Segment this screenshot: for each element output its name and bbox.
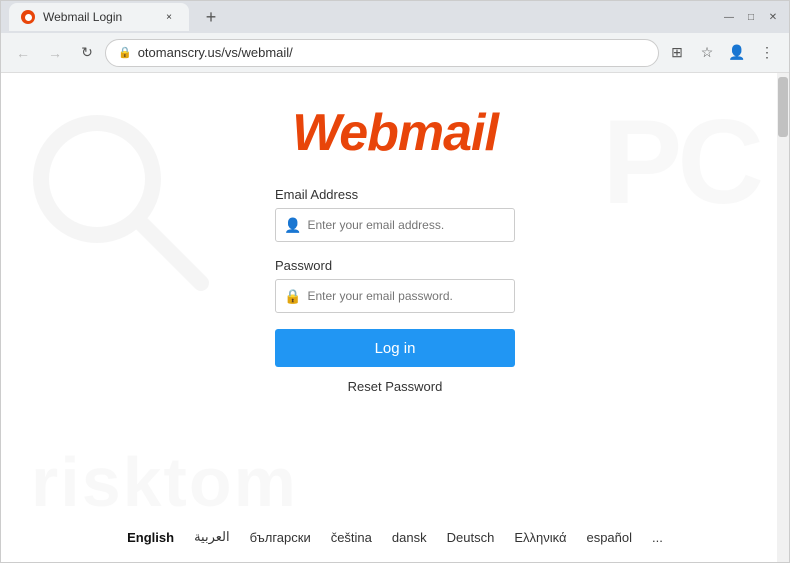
email-input[interactable]: [307, 218, 506, 232]
profile-button[interactable]: 👤: [723, 39, 751, 67]
page-content: PC risktom Webmail Email Address 👤 Passw…: [1, 73, 789, 562]
scrollbar[interactable]: [777, 73, 789, 562]
tab-favicon: [21, 10, 35, 24]
email-form-group: Email Address 👤: [275, 187, 515, 242]
language-bar: English العربية български čeština dansk Deuts…: [1, 512, 789, 562]
minimize-button[interactable]: —: [721, 9, 737, 25]
bookmark-button[interactable]: ☆: [693, 39, 721, 67]
close-button[interactable]: ✕: [765, 9, 781, 25]
reload-button[interactable]: ↻: [73, 39, 101, 67]
language-item-ar[interactable]: العربية: [194, 529, 230, 545]
window-controls: — □ ✕: [721, 9, 781, 25]
lock-icon: 🔒: [284, 288, 301, 305]
address-bar[interactable]: 🔒 otomanscry.us/vs/webmail/: [105, 39, 659, 67]
menu-button[interactable]: ⋮: [753, 39, 781, 67]
password-label: Password: [275, 258, 515, 273]
language-item-more[interactable]: ...: [652, 530, 663, 545]
language-item-el[interactable]: Ελληνικά: [514, 530, 566, 545]
reset-password-link[interactable]: Reset Password: [348, 379, 443, 394]
pc-watermark: PC: [602, 93, 759, 231]
lock-icon: 🔒: [118, 46, 132, 59]
toolbar-actions: ⊞ ☆ 👤 ⋮: [663, 39, 781, 67]
password-input[interactable]: [307, 289, 506, 303]
language-item-de[interactable]: Deutsch: [447, 530, 495, 545]
login-container: Webmail Email Address 👤 Password 🔒 Log i…: [195, 103, 595, 426]
title-bar: Webmail Login × + — □ ✕: [1, 1, 789, 33]
browser-window: Webmail Login × + — □ ✕ ← → ↻ 🔒 otomansc…: [0, 0, 790, 563]
url-text: otomanscry.us/vs/webmail/: [138, 45, 293, 60]
tab-title: Webmail Login: [43, 10, 122, 24]
email-input-wrapper: 👤: [275, 208, 515, 242]
language-item-cs[interactable]: čeština: [331, 530, 372, 545]
login-button[interactable]: Log in: [275, 329, 515, 367]
maximize-button[interactable]: □: [743, 9, 759, 25]
language-item-es[interactable]: español: [586, 530, 632, 545]
browser-tab[interactable]: Webmail Login ×: [9, 3, 189, 31]
webmail-logo: Webmail: [292, 103, 498, 163]
toolbar: ← → ↻ 🔒 otomanscry.us/vs/webmail/ ⊞ ☆ 👤 …: [1, 33, 789, 73]
back-button[interactable]: ←: [9, 39, 37, 67]
language-item-da[interactable]: dansk: [392, 530, 427, 545]
password-form-group: Password 🔒: [275, 258, 515, 313]
tab-close-button[interactable]: ×: [161, 9, 177, 25]
new-tab-button[interactable]: +: [197, 3, 225, 31]
risk-watermark: risktom: [31, 442, 298, 522]
password-input-wrapper: 🔒: [275, 279, 515, 313]
language-item-bg[interactable]: български: [250, 530, 311, 545]
user-icon: 👤: [284, 217, 301, 234]
email-label: Email Address: [275, 187, 515, 202]
scroll-thumb[interactable]: [778, 77, 788, 137]
grid-button[interactable]: ⊞: [663, 39, 691, 67]
forward-button[interactable]: →: [41, 39, 69, 67]
language-item-en[interactable]: English: [127, 530, 174, 545]
